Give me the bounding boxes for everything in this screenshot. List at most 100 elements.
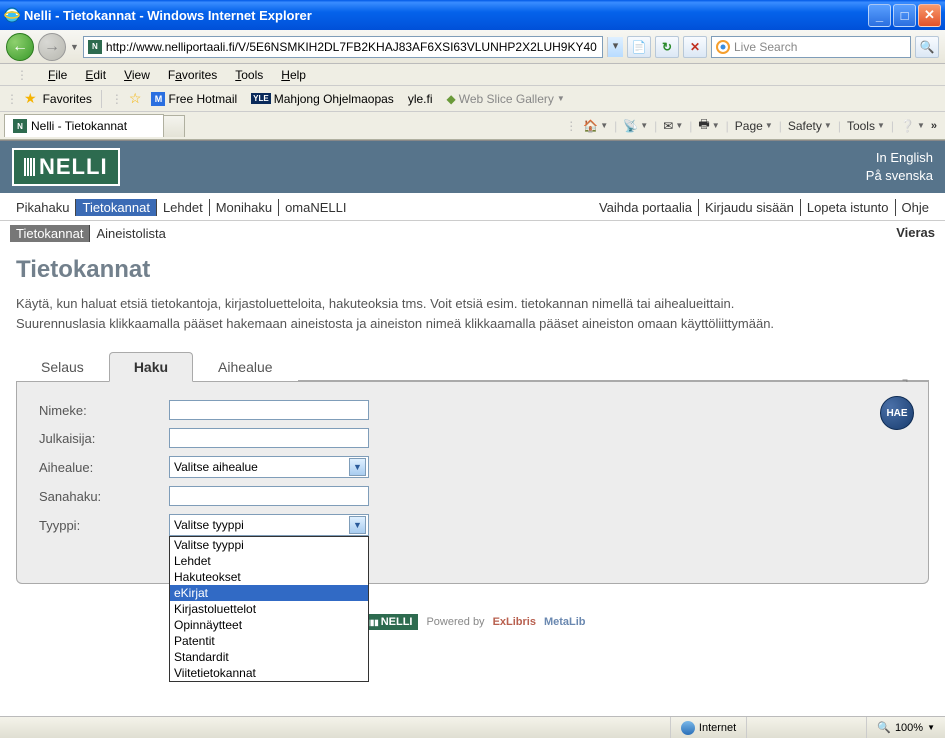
nav-pikahaku[interactable]: Pikahaku [10, 199, 76, 216]
window-title: Nelli - Tietokannat - Windows Internet E… [24, 8, 866, 23]
powered-by-label: Powered by [426, 616, 484, 628]
page-label: Page [735, 119, 763, 133]
nelli-logo[interactable]: NELLI [12, 148, 120, 186]
aihealue-label: Aihealue: [39, 460, 169, 475]
nav-omanelli[interactable]: omaNELLI [279, 199, 352, 216]
menu-tools[interactable]: Tools [227, 66, 271, 84]
nav-ohje[interactable]: Ohje [896, 199, 935, 216]
webslice-icon: ◆ [447, 92, 456, 106]
minimize-button[interactable]: _ [868, 4, 891, 27]
favorites-label[interactable]: Favorites [43, 92, 92, 106]
sanahaku-input[interactable] [169, 486, 369, 506]
mail-button[interactable]: ✉▼ [659, 117, 687, 135]
fav-free-hotmail[interactable]: MFree Hotmail [147, 90, 241, 108]
overflow-chevron[interactable]: » [931, 120, 937, 132]
new-tab-button[interactable] [163, 115, 185, 137]
lang-svenska[interactable]: På svenska [866, 167, 933, 185]
close-button[interactable]: ✕ [918, 4, 941, 27]
zoom-control[interactable]: 🔍100% ▼ [866, 717, 945, 738]
site-favicon: N [88, 40, 102, 54]
menu-favorites[interactable]: Favorites [160, 66, 225, 84]
fav-label: Free Hotmail [168, 92, 237, 106]
tyyppi-option[interactable]: Lehdet [170, 553, 368, 569]
add-favorite-icon[interactable]: ☆ [129, 90, 142, 107]
menu-bar: ⋮ File Edit View Favorites Tools Help [0, 64, 945, 86]
nav-vaihda-portaalia[interactable]: Vaihda portaalia [593, 199, 699, 216]
refresh-button[interactable]: ↻ [655, 36, 679, 58]
user-status: Vieras [896, 225, 935, 242]
tab-haku[interactable]: Haku [109, 352, 193, 382]
tyyppi-option[interactable]: Viitetietokannat [170, 665, 368, 681]
site-header: NELLI In English På svenska [0, 141, 945, 193]
tyyppi-option[interactable]: Kirjastoluettelot [170, 601, 368, 617]
nav-tietokannat[interactable]: Tietokannat [76, 199, 156, 216]
hotmail-icon: M [151, 92, 165, 106]
browser-tab[interactable]: N Nelli - Tietokannat [4, 114, 164, 137]
search-box[interactable]: Live Search [711, 36, 911, 58]
nav-lehdet[interactable]: Lehdet [157, 199, 210, 216]
compat-view-button[interactable]: 📄 [627, 36, 651, 58]
tyyppi-option[interactable]: Valitse tyyppi [170, 537, 368, 553]
address-dropdown[interactable]: ▾ [607, 37, 623, 57]
bing-icon [716, 40, 730, 54]
print-button[interactable]: 🖶▼ [694, 113, 723, 138]
globe-icon [681, 721, 695, 735]
fav-web-slice[interactable]: ◆Web Slice Gallery ▼ [443, 90, 569, 108]
tyyppi-select[interactable]: Valitse tyyppi ▼ Valitse tyyppiLehdetHak… [169, 514, 369, 536]
nav-monihaku[interactable]: Monihaku [210, 199, 279, 216]
tab-aihealue[interactable]: Aihealue [193, 352, 298, 382]
page-body: Tietokannat Käytä, kun haluat etsiä tiet… [0, 246, 945, 640]
separator [101, 90, 102, 108]
tab-favicon: N [13, 119, 27, 133]
metalib-label: MetaLib [544, 616, 586, 628]
maximize-button[interactable]: □ [893, 4, 916, 27]
address-url: http://www.nelliportaali.fi/V/5E6NSMKIH2… [106, 40, 597, 54]
aihealue-select[interactable]: Valitse aihealue ▼ [169, 456, 369, 478]
menu-edit[interactable]: Edit [77, 66, 114, 84]
page-menu[interactable]: Page ▼ [731, 117, 777, 135]
protected-mode[interactable] [746, 717, 866, 738]
tyyppi-option[interactable]: Standardit [170, 649, 368, 665]
julkaisija-input[interactable] [169, 428, 369, 448]
nimeke-input[interactable] [169, 400, 369, 420]
menu-help[interactable]: Help [273, 66, 314, 84]
tyyppi-option[interactable]: Hakuteokset [170, 569, 368, 585]
tab-bar: N Nelli - Tietokannat ⋮ 🏠▼ | 📡▼ | ✉▼ | 🖶… [0, 112, 945, 140]
fav-yle[interactable]: yle.fi [404, 90, 437, 108]
tyyppi-option[interactable]: Patentit [170, 633, 368, 649]
search-form: HAE Nimeke: Julkaisija: Aihealue: Valits… [16, 382, 929, 584]
address-bar[interactable]: N http://www.nelliportaali.fi/V/5E6NSMKI… [83, 36, 603, 58]
julkaisija-label: Julkaisija: [39, 431, 169, 446]
page-intro: Käytä, kun haluat etsiä tietokantoja, ki… [16, 294, 776, 333]
safety-menu[interactable]: Safety ▼ [784, 117, 836, 135]
search-go-button[interactable]: 🔍 [915, 36, 939, 58]
tyyppi-label: Tyyppi: [39, 518, 169, 533]
yle-icon: YLE [251, 93, 271, 104]
nav-dropdown-icon[interactable]: ▼ [70, 42, 79, 52]
tools-menu[interactable]: Tools ▼ [843, 117, 889, 135]
hae-button[interactable]: HAE [880, 396, 914, 430]
stop-button[interactable]: ✕ [683, 36, 707, 58]
tab-selaus[interactable]: Selaus [16, 352, 109, 382]
tyyppi-option[interactable]: Opinnäytteet [170, 617, 368, 633]
page-content: NELLI In English På svenska Pikahaku Tie… [0, 140, 945, 740]
lang-english[interactable]: In English [866, 149, 933, 167]
feeds-button[interactable]: 📡▼ [619, 117, 652, 135]
nav-lopeta[interactable]: Lopeta istunto [801, 199, 896, 216]
status-bar: Internet 🔍100% ▼ [0, 716, 945, 738]
favorites-star-icon[interactable]: ★ [24, 90, 37, 107]
fav-mahjong[interactable]: YLEMahjong Ohjelmaopas [247, 90, 398, 108]
subnav-tietokannat[interactable]: Tietokannat [10, 225, 90, 242]
menu-file[interactable]: File [40, 66, 75, 84]
home-button[interactable]: 🏠▼ [579, 117, 612, 135]
exlibris-label: ExLibris [493, 616, 536, 628]
back-button[interactable]: ← [6, 33, 34, 61]
fav-label: Web Slice Gallery [459, 92, 554, 106]
subnav-aineistolista[interactable]: Aineistolista [90, 225, 171, 242]
menu-view[interactable]: View [116, 66, 158, 84]
main-nav: Pikahaku Tietokannat Lehdet Monihaku oma… [0, 193, 945, 221]
nav-kirjaudu[interactable]: Kirjaudu sisään [699, 199, 801, 216]
grip-icon: ⋮ [565, 119, 577, 133]
tyyppi-option[interactable]: eKirjat [170, 585, 368, 601]
help-button[interactable]: ❔▼ [896, 117, 929, 135]
